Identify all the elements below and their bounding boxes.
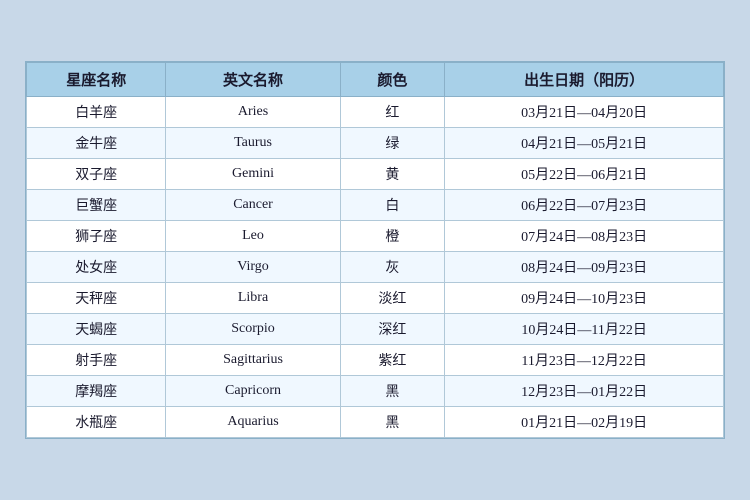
table-row: 双子座Gemini黄05月22日—06月21日 — [27, 159, 724, 190]
cell-color: 深红 — [340, 314, 445, 345]
cell-date: 05月22日—06月21日 — [445, 159, 724, 190]
cell-date: 08月24日—09月23日 — [445, 252, 724, 283]
cell-english-name: Leo — [166, 221, 340, 252]
cell-english-name: Cancer — [166, 190, 340, 221]
cell-english-name: Capricorn — [166, 376, 340, 407]
cell-chinese-name: 双子座 — [27, 159, 166, 190]
cell-english-name: Aries — [166, 97, 340, 128]
cell-english-name: Scorpio — [166, 314, 340, 345]
cell-color: 绿 — [340, 128, 445, 159]
cell-english-name: Aquarius — [166, 407, 340, 438]
table-row: 摩羯座Capricorn黑12月23日—01月22日 — [27, 376, 724, 407]
table-row: 射手座Sagittarius紫红11月23日—12月22日 — [27, 345, 724, 376]
cell-english-name: Sagittarius — [166, 345, 340, 376]
cell-date: 03月21日—04月20日 — [445, 97, 724, 128]
cell-english-name: Gemini — [166, 159, 340, 190]
table-row: 天秤座Libra淡红09月24日—10月23日 — [27, 283, 724, 314]
cell-color: 橙 — [340, 221, 445, 252]
table-row: 狮子座Leo橙07月24日—08月23日 — [27, 221, 724, 252]
cell-date: 01月21日—02月19日 — [445, 407, 724, 438]
cell-chinese-name: 金牛座 — [27, 128, 166, 159]
cell-date: 10月24日—11月22日 — [445, 314, 724, 345]
cell-date: 11月23日—12月22日 — [445, 345, 724, 376]
cell-color: 黑 — [340, 407, 445, 438]
cell-color: 白 — [340, 190, 445, 221]
cell-date: 12月23日—01月22日 — [445, 376, 724, 407]
cell-color: 黑 — [340, 376, 445, 407]
table-row: 金牛座Taurus绿04月21日—05月21日 — [27, 128, 724, 159]
cell-chinese-name: 白羊座 — [27, 97, 166, 128]
cell-color: 红 — [340, 97, 445, 128]
zodiac-table: 星座名称 英文名称 颜色 出生日期（阳历） 白羊座Aries红03月21日—04… — [26, 62, 724, 438]
header-birthdate: 出生日期（阳历） — [445, 63, 724, 97]
cell-chinese-name: 射手座 — [27, 345, 166, 376]
cell-chinese-name: 天秤座 — [27, 283, 166, 314]
header-chinese-name: 星座名称 — [27, 63, 166, 97]
header-color: 颜色 — [340, 63, 445, 97]
cell-english-name: Taurus — [166, 128, 340, 159]
table-body: 白羊座Aries红03月21日—04月20日金牛座Taurus绿04月21日—0… — [27, 97, 724, 438]
cell-date: 09月24日—10月23日 — [445, 283, 724, 314]
cell-color: 紫红 — [340, 345, 445, 376]
table-row: 天蝎座Scorpio深红10月24日—11月22日 — [27, 314, 724, 345]
cell-chinese-name: 摩羯座 — [27, 376, 166, 407]
table-row: 处女座Virgo灰08月24日—09月23日 — [27, 252, 724, 283]
cell-chinese-name: 狮子座 — [27, 221, 166, 252]
cell-color: 淡红 — [340, 283, 445, 314]
cell-english-name: Libra — [166, 283, 340, 314]
cell-chinese-name: 巨蟹座 — [27, 190, 166, 221]
table-row: 巨蟹座Cancer白06月22日—07月23日 — [27, 190, 724, 221]
cell-english-name: Virgo — [166, 252, 340, 283]
cell-chinese-name: 水瓶座 — [27, 407, 166, 438]
cell-color: 灰 — [340, 252, 445, 283]
cell-chinese-name: 处女座 — [27, 252, 166, 283]
table-header-row: 星座名称 英文名称 颜色 出生日期（阳历） — [27, 63, 724, 97]
header-english-name: 英文名称 — [166, 63, 340, 97]
cell-date: 04月21日—05月21日 — [445, 128, 724, 159]
table-row: 白羊座Aries红03月21日—04月20日 — [27, 97, 724, 128]
cell-date: 06月22日—07月23日 — [445, 190, 724, 221]
table-row: 水瓶座Aquarius黑01月21日—02月19日 — [27, 407, 724, 438]
zodiac-table-container: 星座名称 英文名称 颜色 出生日期（阳历） 白羊座Aries红03月21日—04… — [25, 61, 725, 439]
cell-date: 07月24日—08月23日 — [445, 221, 724, 252]
cell-chinese-name: 天蝎座 — [27, 314, 166, 345]
cell-color: 黄 — [340, 159, 445, 190]
